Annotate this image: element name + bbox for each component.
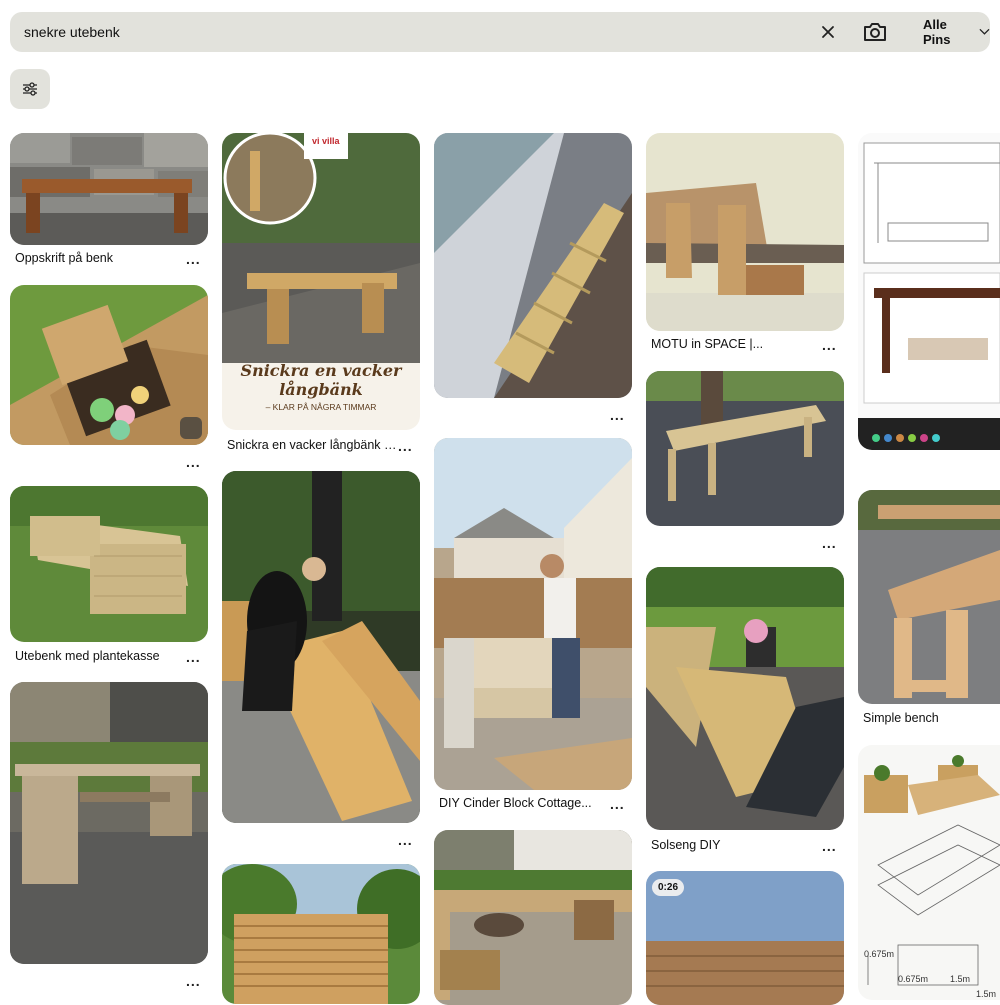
pin-more-button[interactable]: ... xyxy=(186,974,201,988)
pin-title[interactable]: DIY Cinder Block Cottage... xyxy=(439,796,599,810)
pin-image[interactable]: vi villa Snickra en vacker långbänk – KL… xyxy=(222,133,420,430)
camera-search-icon xyxy=(864,23,886,41)
pin-more-button[interactable]: ... xyxy=(186,650,201,664)
pin-more-button[interactable]: ... xyxy=(822,338,837,352)
visual-search-button[interactable] xyxy=(862,21,888,43)
pin-image[interactable] xyxy=(434,438,632,790)
search-input[interactable] xyxy=(24,12,784,52)
pin-overlay-subtitle: – KLAR PÅ NÅGRA TIMMAR xyxy=(265,402,377,412)
visual-search-icon[interactable] xyxy=(180,417,202,439)
dimension-label: 0.675m xyxy=(898,974,929,984)
pin-more-button[interactable]: ... xyxy=(398,833,413,847)
clear-search-button[interactable] xyxy=(818,22,838,42)
pin-image[interactable] xyxy=(222,864,420,1004)
pin-more-button[interactable]: ... xyxy=(186,252,201,266)
pin-more-button[interactable]: ... xyxy=(186,455,201,469)
pin-more-button[interactable]: ... xyxy=(398,439,413,453)
pin-image[interactable]: 0:26 xyxy=(646,871,844,1005)
video-duration-badge: 0:26 xyxy=(652,879,685,896)
pin-image[interactable]: 0.675m 0.675m 1.5m 1.5m xyxy=(858,745,1000,1000)
pin-title[interactable]: Oppskrift på benk xyxy=(15,251,175,265)
pin-image[interactable] xyxy=(858,490,1000,704)
pin-title[interactable]: Solseng DIY xyxy=(651,838,811,852)
pin-image[interactable] xyxy=(858,133,1000,450)
filters-button[interactable] xyxy=(10,69,50,109)
pin-image[interactable] xyxy=(646,133,844,331)
pin-image[interactable] xyxy=(10,133,208,245)
pin-image[interactable] xyxy=(646,567,844,830)
pin-image[interactable] xyxy=(434,830,632,1005)
pin-scope-dropdown[interactable]: Alle Pins xyxy=(910,12,990,52)
dimension-label: 1.5m xyxy=(950,974,971,984)
pin-title[interactable]: Simple bench xyxy=(863,711,993,725)
pin-title[interactable]: Snickra en vacker långbänk til... xyxy=(227,438,397,452)
dimension-label: 0.675m xyxy=(864,949,895,959)
pin-title[interactable]: Utebenk med plantekasse xyxy=(15,649,180,663)
dimension-label: 1.5m xyxy=(976,989,997,999)
pin-more-button[interactable]: ... xyxy=(610,797,625,811)
pin-image[interactable] xyxy=(646,371,844,526)
pin-image[interactable] xyxy=(10,682,208,964)
sliders-icon xyxy=(23,82,37,96)
pin-image[interactable] xyxy=(10,285,208,445)
pin-image[interactable] xyxy=(10,486,208,642)
search-bar: Alle Pins xyxy=(10,12,990,52)
pin-scope-label: Alle Pins xyxy=(923,17,951,47)
pin-overlay-brand: vi villa xyxy=(312,136,340,146)
pin-image[interactable] xyxy=(222,471,420,823)
pin-more-button[interactable]: ... xyxy=(822,839,837,853)
pin-title[interactable]: MOTU in SPACE |... xyxy=(651,337,811,351)
pin-more-button[interactable]: ... xyxy=(822,536,837,550)
pin-more-button[interactable]: ... xyxy=(610,408,625,422)
pin-overlay-heading: Snickra en vacker långbänk xyxy=(240,361,402,399)
pin-image[interactable] xyxy=(434,133,632,398)
close-icon xyxy=(822,26,834,38)
chevron-down-icon xyxy=(979,28,990,35)
